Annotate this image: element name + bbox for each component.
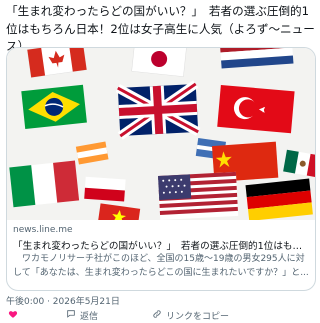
card-description: ワカモノリサーチ社がこのほど、全国の15歳〜19歳の男女295人に対 して「あな… bbox=[13, 252, 311, 280]
like-button[interactable] bbox=[8, 309, 22, 322]
link-icon bbox=[152, 309, 162, 322]
card-image-flags bbox=[7, 48, 315, 220]
reply-button[interactable]: 返信 bbox=[66, 309, 98, 322]
flag-uk bbox=[115, 80, 201, 140]
flag-italy bbox=[9, 160, 80, 208]
flag-germany bbox=[245, 178, 313, 220]
flag-brazil bbox=[21, 84, 87, 130]
flag-small-red bbox=[84, 176, 126, 202]
post-timestamp[interactable]: 午後0:00 · 2026年5月21日 bbox=[6, 294, 120, 307]
flag-usa bbox=[158, 171, 239, 220]
action-bar: 返信 リンクをコピー bbox=[0, 309, 320, 323]
reply-label: 返信 bbox=[80, 312, 99, 322]
copy-link-label: リンクをコピー bbox=[166, 312, 230, 322]
card-title: 「生まれ変わったらどの国がいい？」 若者の選ぶ圧倒的1位はもちろん... bbox=[13, 241, 311, 252]
card-description-line: ワカモノリサーチ社がこのほど、全国の15歳〜19歳の男女295人に対 bbox=[13, 254, 305, 264]
card-domain: news.line.me bbox=[13, 225, 73, 235]
flag-turkey bbox=[217, 84, 295, 134]
card-description-line: して「あなたは、生まれ変わったらどこの国に生まれたいですか？」と... bbox=[13, 268, 309, 278]
copy-link-button[interactable]: リンクをコピー bbox=[152, 309, 229, 322]
link-preview-card[interactable]: news.line.me 「生まれ変わったらどの国がいい？」 若者の選ぶ圧倒的1… bbox=[6, 47, 316, 291]
heart-icon bbox=[8, 309, 18, 322]
speech-bubble-icon bbox=[66, 309, 76, 322]
